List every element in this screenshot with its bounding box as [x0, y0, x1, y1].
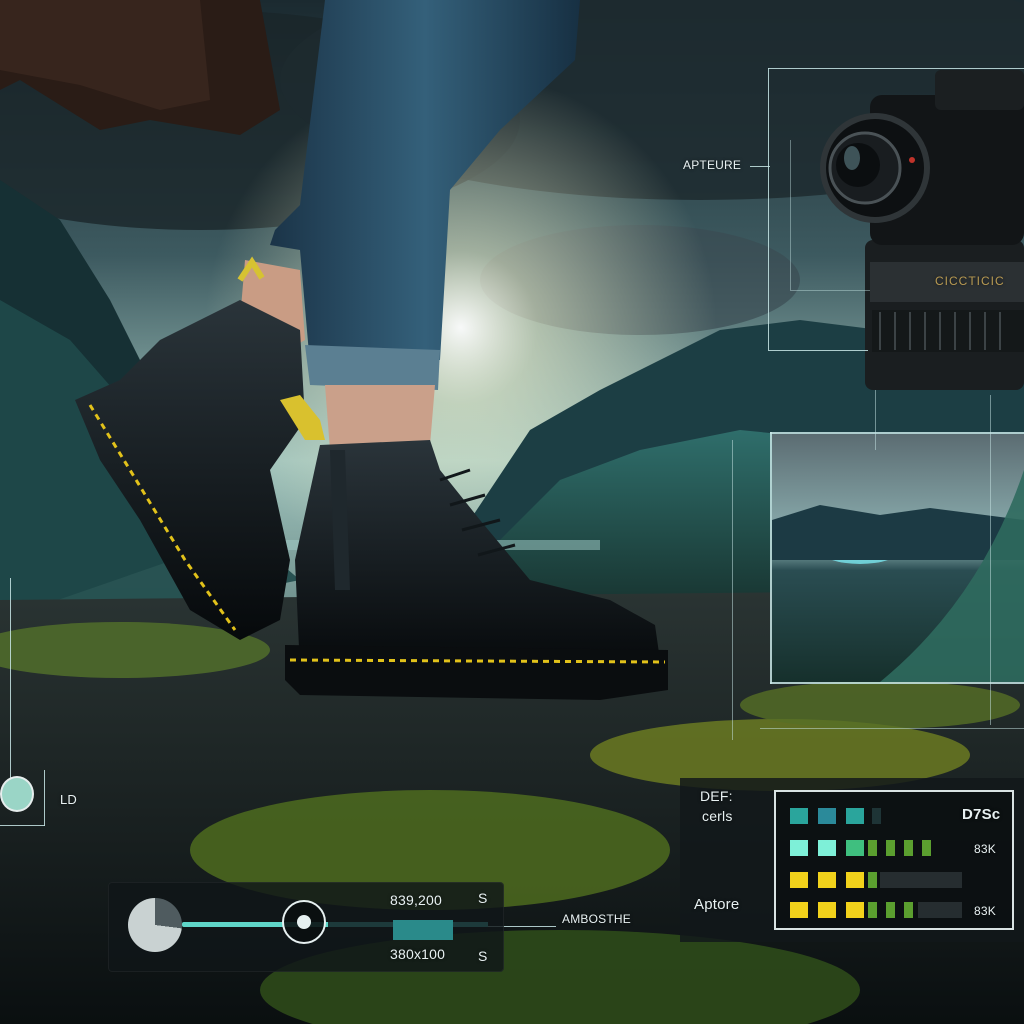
meter-cell — [868, 902, 877, 918]
meter-cell — [790, 902, 808, 918]
inset-frame-left — [770, 432, 772, 684]
meter-cell — [886, 840, 895, 856]
hud-frame-inner-h — [790, 290, 870, 291]
meter-cell — [818, 872, 836, 888]
left-bracket-corner-v — [44, 770, 45, 826]
aperture-callout-label: APTEURE — [683, 158, 742, 172]
dial-pie-icon — [128, 898, 182, 952]
meter-title-line2: cerls — [702, 808, 733, 824]
slider-top-value: 839,200 — [390, 892, 443, 908]
callout-line-aperture — [750, 166, 770, 167]
meter-cell — [846, 808, 864, 824]
meter-cell — [904, 902, 913, 918]
meter-caption: Aptore — [694, 896, 740, 913]
meter-title-line1: DEF: — [700, 788, 733, 804]
meter-cell — [904, 840, 913, 856]
wire-vertical-2 — [990, 395, 991, 725]
wire-vertical-3 — [875, 390, 876, 450]
wire-bottom — [760, 728, 1024, 729]
meter-cell — [818, 808, 836, 824]
slider-bottom-value: 380x100 — [390, 946, 446, 962]
meter-cell — [790, 840, 808, 856]
left-bracket-vertical — [10, 578, 11, 778]
meter-cell — [818, 902, 836, 918]
meter-cell — [846, 902, 864, 918]
slider-top-suffix: S — [478, 890, 488, 906]
meter-box: D7Sc 83K 83K — [774, 790, 1014, 930]
meter-cell — [818, 840, 836, 856]
meter-cell — [846, 840, 864, 856]
inset-frame-top — [770, 432, 1024, 434]
meter-headline: D7Sc — [962, 806, 1001, 823]
ambient-slider-panel: 839,200 S 380x100 S — [108, 882, 504, 972]
meter-cell — [790, 872, 808, 888]
hud-frame-left — [768, 68, 769, 350]
wire-vertical-1 — [732, 440, 733, 740]
hud-frame-bottom — [768, 350, 868, 351]
meter-row-value: 83K — [974, 842, 996, 856]
slider-block — [393, 920, 453, 940]
meter-cell — [790, 808, 808, 824]
meter-cell — [868, 840, 877, 856]
slider-bottom-suffix: S — [478, 948, 488, 964]
meter-cell — [922, 840, 931, 856]
meter-cell — [846, 872, 864, 888]
left-readout-label: LD — [60, 792, 78, 807]
left-bracket-corner-h — [0, 825, 45, 826]
meter-row-track — [880, 872, 962, 888]
left-ring-icon — [0, 776, 34, 812]
meter-row-value: 83K — [974, 904, 996, 918]
camera-brand-label: CICCTICIC — [935, 274, 1005, 288]
ambient-callout-label: AMBOSTHE — [562, 912, 631, 926]
meter-row-track — [918, 902, 962, 918]
meter-cell — [868, 872, 877, 888]
slider-knob[interactable] — [282, 900, 326, 944]
meter-cell — [886, 902, 895, 918]
meter-cell — [872, 808, 881, 824]
hud-frame-top — [768, 68, 1024, 69]
hud-frame-inner — [790, 140, 791, 290]
inset-frame-bottom — [770, 682, 1024, 684]
level-meter-panel: DEF: cerls Aptore D7Sc 83K 83K — [680, 778, 1024, 942]
